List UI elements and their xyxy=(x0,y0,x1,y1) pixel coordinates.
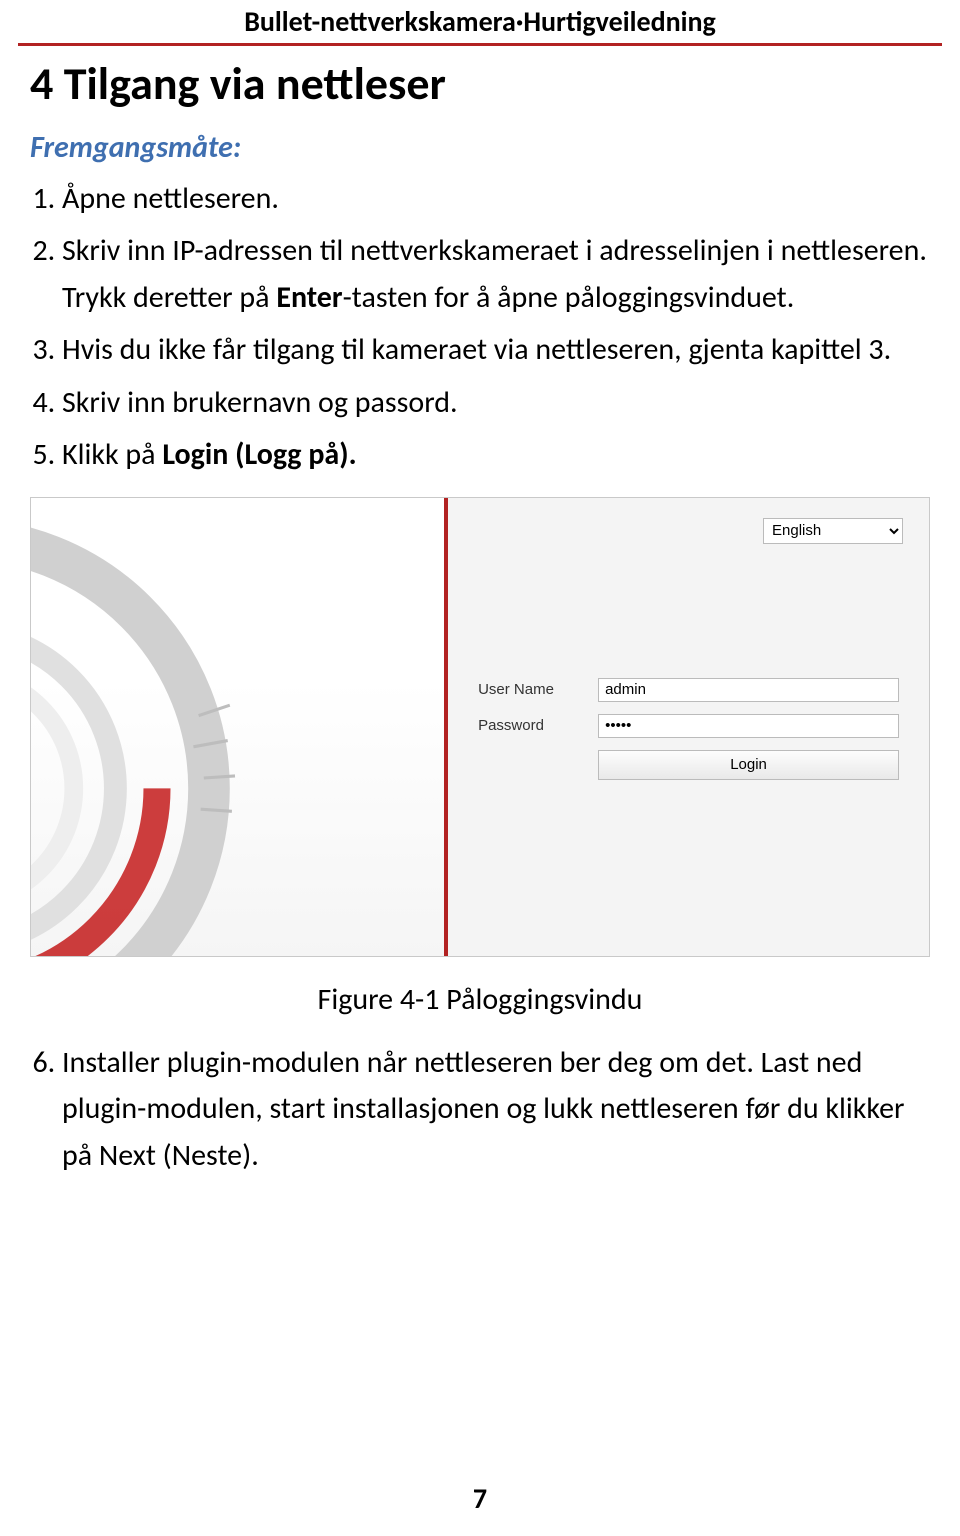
step-1: Åpne nettleseren. xyxy=(62,176,930,223)
step-4: Skriv inn brukernavn og passord. xyxy=(62,380,930,427)
password-label: Password xyxy=(478,717,598,734)
step-2-bold: Enter xyxy=(276,279,342,316)
method-label: Fremgangsmåte: xyxy=(30,129,930,166)
login-screenshot: English User Name Password Login xyxy=(30,497,930,957)
red-divider xyxy=(18,43,942,46)
password-row: Password xyxy=(478,714,899,738)
step-2-text-c: -tasten for å åpne påloggingsvinduet. xyxy=(343,279,795,316)
running-head: Bullet-nettverkskamera·Hurtigveiledning xyxy=(0,0,960,43)
arc-graphic xyxy=(31,518,444,956)
username-label: User Name xyxy=(478,681,598,698)
step-5-bold: Login (Logg på). xyxy=(162,436,356,473)
username-input[interactable] xyxy=(598,678,899,702)
username-row: User Name xyxy=(478,678,899,702)
steps-list-1: Åpne nettleseren. Skriv inn IP-adressen … xyxy=(30,176,930,479)
page-number: 7 xyxy=(0,1481,960,1516)
step-6: Installer plugin-modulen når nettleseren… xyxy=(62,1040,930,1180)
login-screenshot-left xyxy=(31,498,444,956)
password-input[interactable] xyxy=(598,714,899,738)
step-3: Hvis du ikke får tilgang til kameraet vi… xyxy=(62,327,930,374)
login-panel: English User Name Password Login xyxy=(448,498,929,956)
step-2: Skriv inn IP-adressen til nettverkskamer… xyxy=(62,228,930,321)
steps-list-2: Installer plugin-modulen når nettleseren… xyxy=(30,1040,930,1180)
figure-caption: Figure 4-1 Påloggingsvindu xyxy=(0,981,960,1018)
step-5-text-a: Klikk på xyxy=(62,436,162,473)
section-heading: 4 Tilgang via nettleser xyxy=(30,58,930,111)
step-5: Klikk på Login (Logg på). xyxy=(62,432,930,479)
language-select[interactable]: English xyxy=(763,518,903,544)
login-button[interactable]: Login xyxy=(598,750,899,780)
